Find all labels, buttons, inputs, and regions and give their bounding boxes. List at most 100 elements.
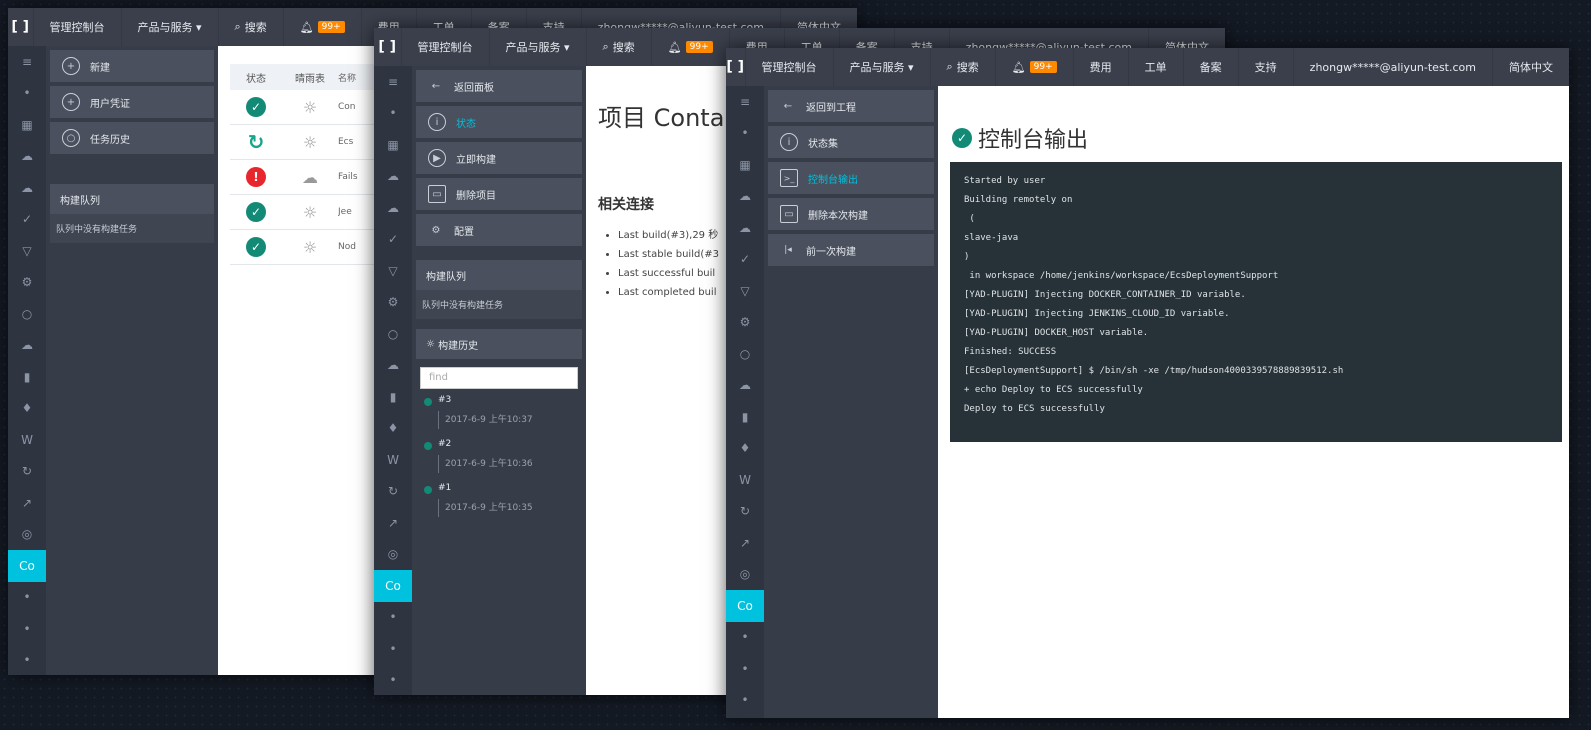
products-menu[interactable]: 产品与服务 ▾ xyxy=(488,28,586,66)
aliyun-logo-icon[interactable]: [ ] xyxy=(374,39,401,55)
product-rail-icon[interactable]: ☁ xyxy=(8,172,46,204)
products-menu[interactable]: 产品与服务 ▾ xyxy=(120,8,218,46)
product-rail-icon[interactable]: • xyxy=(8,78,46,110)
table-row[interactable]: ! ☁ Fails xyxy=(230,160,390,195)
build-date[interactable]: 2017-6-9 上午10:35 xyxy=(438,499,574,517)
user-account[interactable]: zhongw*****@aliyun-test.com xyxy=(1292,48,1492,86)
product-rail-icon[interactable]: ▮ xyxy=(8,361,46,393)
records-link[interactable]: 备案 xyxy=(1182,48,1238,86)
product-rail-icon[interactable]: ↻ xyxy=(374,476,412,508)
product-rail-icon[interactable]: ▽ xyxy=(8,235,46,267)
console-link[interactable]: 管理控制台 xyxy=(32,8,121,46)
console-output[interactable]: Started by user Building remotely on (sla… xyxy=(950,162,1562,442)
product-rail-icon[interactable]: ☁ xyxy=(8,330,46,362)
console-link[interactable]: 管理控制台 xyxy=(400,28,489,66)
product-rail-icon[interactable]: ○ xyxy=(726,338,764,370)
nav-status-set[interactable]: i 状态集 xyxy=(768,126,934,158)
nav-back-to-project[interactable]: ← 返回到工程 xyxy=(768,90,934,122)
product-rail-icon[interactable]: ▦ xyxy=(726,149,764,181)
product-rail-icon[interactable]: • xyxy=(374,98,412,130)
product-rail-icon[interactable]: • xyxy=(726,653,764,685)
build-number[interactable]: #3 xyxy=(438,395,574,405)
product-rail-icon[interactable]: ◎ xyxy=(374,539,412,571)
notifications[interactable]: 🔔︎ 99+ xyxy=(650,28,729,66)
product-rail-icon[interactable]: • xyxy=(726,685,764,717)
build-history-find-input[interactable]: find xyxy=(420,367,578,389)
product-rail-icon[interactable]: Co xyxy=(374,570,412,602)
product-rail-icon[interactable]: ▽ xyxy=(374,255,412,287)
notifications[interactable]: 🔔︎ 99+ xyxy=(282,8,361,46)
console-link[interactable]: 管理控制台 xyxy=(744,48,833,86)
product-rail-icon[interactable]: ↗ xyxy=(726,527,764,559)
nav-new-item[interactable]: + 新建 xyxy=(50,50,214,82)
product-rail-icon[interactable]: ☁ xyxy=(8,141,46,173)
nav-previous-build[interactable]: |◂ 前一次构建 xyxy=(768,234,934,266)
product-rail-icon[interactable]: • xyxy=(374,633,412,665)
product-rail-icon[interactable]: ◎ xyxy=(8,519,46,551)
search-link[interactable]: ⌕ 搜索 xyxy=(585,28,651,66)
related-link[interactable]: Last stable build(#3 xyxy=(618,245,719,264)
product-rail-icon[interactable]: • xyxy=(8,582,46,614)
table-row[interactable]: ↻ ☼ Ecs xyxy=(230,125,390,160)
notifications[interactable]: 🔔︎ 99+ xyxy=(994,48,1073,86)
list-item[interactable]: #3 2017-6-9 上午10:37 xyxy=(424,395,574,429)
product-rail-icon[interactable]: • xyxy=(726,118,764,150)
product-rail-icon[interactable]: ⚙ xyxy=(8,267,46,299)
nav-status[interactable]: i 状态 xyxy=(416,106,582,138)
product-rail-icon[interactable]: ☁ xyxy=(374,161,412,193)
product-rail-icon[interactable]: ○ xyxy=(374,318,412,350)
product-rail-icon[interactable]: ▽ xyxy=(726,275,764,307)
table-row[interactable]: ✓ ☼ Nod xyxy=(230,230,390,265)
product-rail-icon[interactable]: ♦ xyxy=(726,433,764,465)
build-number[interactable]: #1 xyxy=(438,483,574,493)
product-rail-icon[interactable]: ≡ xyxy=(726,86,764,118)
product-rail-icon[interactable]: ▦ xyxy=(8,109,46,141)
aliyun-logo-icon[interactable]: [ ] xyxy=(726,59,745,75)
product-rail-icon[interactable]: Co xyxy=(726,590,764,622)
product-rail-icon[interactable]: • xyxy=(374,602,412,634)
nav-back-to-dashboard[interactable]: ← 返回面板 xyxy=(416,70,582,102)
product-rail-icon[interactable]: ⚙ xyxy=(726,307,764,339)
related-link[interactable]: Last successful buil xyxy=(618,264,719,283)
product-rail-icon[interactable]: W xyxy=(374,444,412,476)
product-rail-icon[interactable]: ↗ xyxy=(8,487,46,519)
product-rail-icon[interactable]: ✓ xyxy=(726,244,764,276)
support-link[interactable]: 支持 xyxy=(1237,48,1293,86)
product-rail-icon[interactable]: ✓ xyxy=(8,204,46,236)
product-rail-icon[interactable]: Co xyxy=(8,550,46,582)
fees-link[interactable]: 费用 xyxy=(1072,48,1128,86)
product-rail-icon[interactable]: ↗ xyxy=(374,507,412,539)
product-rail-icon[interactable]: ✓ xyxy=(374,224,412,256)
product-rail-icon[interactable]: ▦ xyxy=(374,129,412,161)
nav-delete-project[interactable]: ▭ 删除项目 xyxy=(416,178,582,210)
products-menu[interactable]: 产品与服务 ▾ xyxy=(832,48,930,86)
table-row[interactable]: ✓ ☼ Con xyxy=(230,90,390,125)
build-queue-header[interactable]: 构建队列 xyxy=(50,184,214,214)
build-date[interactable]: 2017-6-9 上午10:37 xyxy=(438,411,574,429)
build-queue-header[interactable]: 构建队列 xyxy=(416,260,582,290)
language-switch[interactable]: 简体中文 xyxy=(1492,48,1569,86)
product-rail-icon[interactable]: • xyxy=(8,613,46,645)
nav-configure[interactable]: ⚙ 配置 xyxy=(416,214,582,246)
product-rail-icon[interactable]: ↻ xyxy=(8,456,46,488)
product-rail-icon[interactable]: W xyxy=(8,424,46,456)
nav-credentials[interactable]: + 用户凭证 xyxy=(50,86,214,118)
search-link[interactable]: ⌕ 搜索 xyxy=(217,8,283,46)
build-date[interactable]: 2017-6-9 上午10:36 xyxy=(438,455,574,473)
aliyun-logo-icon[interactable]: [ ] xyxy=(8,19,33,35)
product-rail-icon[interactable]: ◎ xyxy=(726,559,764,591)
product-rail-icon[interactable]: ↻ xyxy=(726,496,764,528)
product-rail-icon[interactable]: W xyxy=(726,464,764,496)
related-link[interactable]: Last build(#3),29 秒 xyxy=(618,226,719,245)
search-link[interactable]: ⌕ 搜索 xyxy=(929,48,995,86)
product-rail-icon[interactable]: ▮ xyxy=(374,381,412,413)
product-rail-icon[interactable]: ≡ xyxy=(8,46,46,78)
build-history-header[interactable]: ☼ 构建历史 xyxy=(416,329,582,359)
product-rail-icon[interactable]: ♦ xyxy=(8,393,46,425)
related-link[interactable]: Last completed buil xyxy=(618,283,719,302)
nav-build-history[interactable]: ○ 任务历史 xyxy=(50,122,214,154)
list-item[interactable]: #2 2017-6-9 上午10:36 xyxy=(424,439,574,473)
tickets-link[interactable]: 工单 xyxy=(1127,48,1183,86)
product-rail-icon[interactable]: • xyxy=(8,645,46,676)
product-rail-icon[interactable]: ⚙ xyxy=(374,287,412,319)
